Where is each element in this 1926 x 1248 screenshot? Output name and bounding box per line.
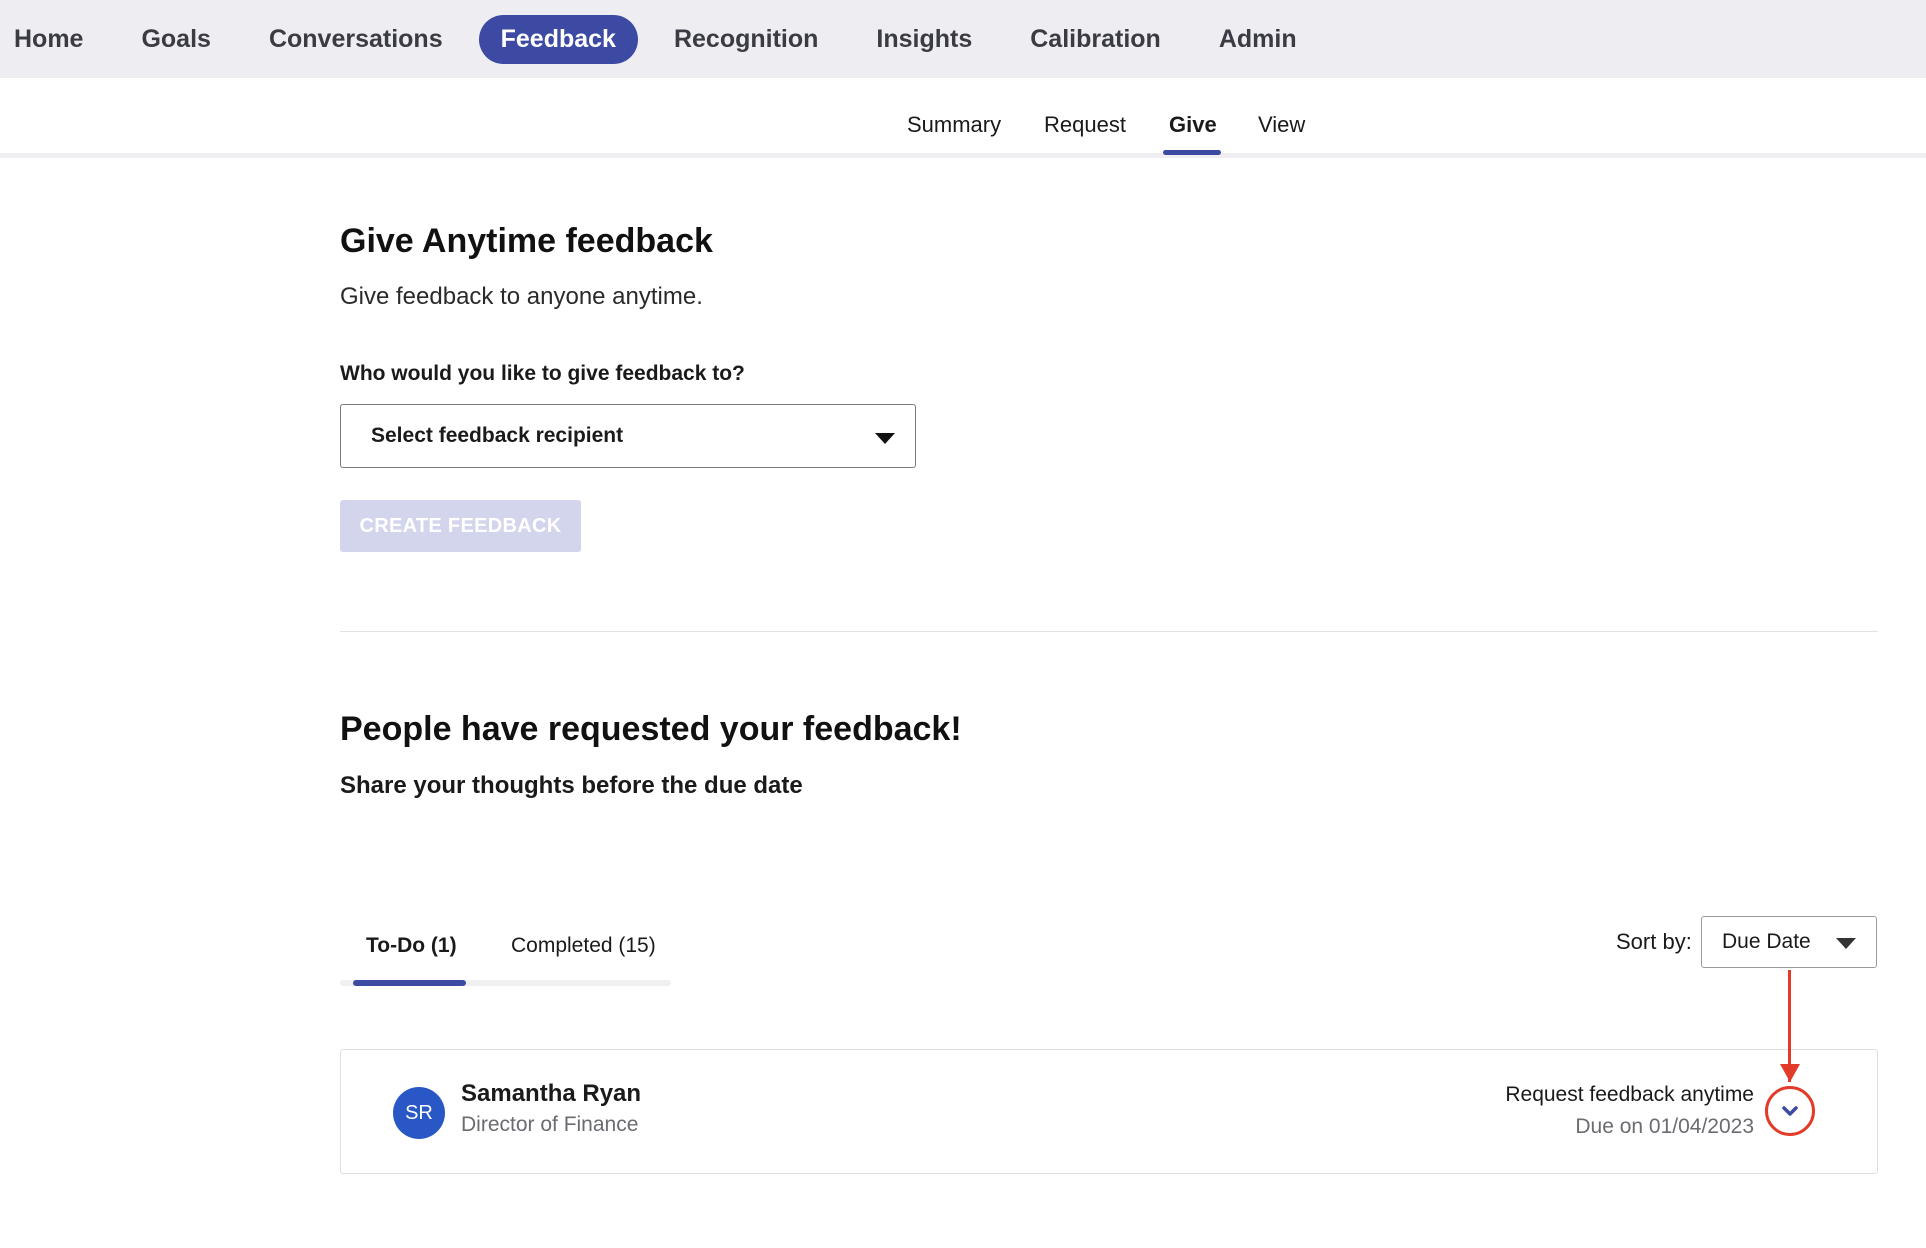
chevron-down-icon: [1782, 1106, 1798, 1116]
sort-select[interactable]: Due Date: [1701, 916, 1877, 968]
give-title: Give Anytime feedback: [340, 222, 713, 260]
sort-select-value: Due Date: [1722, 930, 1811, 953]
create-feedback-button[interactable]: CREATE FEEDBACK: [340, 500, 581, 552]
subnav-summary[interactable]: Summary: [907, 112, 1001, 138]
nav-insights[interactable]: Insights: [854, 15, 994, 64]
nav-goals[interactable]: Goals: [119, 15, 232, 64]
caret-down-icon: [1836, 938, 1856, 949]
tab-todo[interactable]: To-Do (1): [366, 934, 457, 958]
tab-completed[interactable]: Completed (15): [511, 934, 656, 958]
subnav-view[interactable]: View: [1258, 112, 1305, 138]
nav-conversations[interactable]: Conversations: [247, 15, 465, 64]
sub-nav: Summary Request Give View: [0, 78, 1926, 158]
requests-title: People have requested your feedback!: [340, 710, 962, 748]
request-type: Request feedback anytime: [1505, 1083, 1754, 1106]
subnav-request[interactable]: Request: [1044, 112, 1126, 138]
requester-title: Director of Finance: [461, 1113, 639, 1136]
nav-calibration[interactable]: Calibration: [1008, 15, 1183, 64]
recipient-select[interactable]: Select feedback recipient: [340, 404, 916, 468]
nav-home[interactable]: Home: [0, 15, 105, 64]
expand-button[interactable]: [1765, 1086, 1815, 1136]
section-divider: [340, 631, 1878, 632]
requester-name: Samantha Ryan: [461, 1080, 642, 1107]
recipient-question: Who would you like to give feedback to?: [340, 362, 745, 385]
arrow-down-icon: [1780, 1064, 1800, 1082]
caret-down-icon: [875, 433, 895, 444]
sort-label: Sort by:: [1616, 929, 1692, 954]
requests-subtitle: Share your thoughts before the due date: [340, 772, 803, 799]
nav-feedback[interactable]: Feedback: [478, 14, 638, 64]
nav-admin[interactable]: Admin: [1197, 15, 1319, 64]
subnav-give[interactable]: Give: [1169, 112, 1217, 138]
subnav-active-indicator: [1163, 150, 1221, 155]
due-date: Due on 01/04/2023: [1575, 1115, 1754, 1138]
top-nav: Home Goals Conversations Feedback Recogn…: [0, 0, 1926, 78]
avatar: SR: [393, 1087, 445, 1139]
recipient-select-value: Select feedback recipient: [371, 424, 624, 447]
feedback-request-card: SR Samantha Ryan Director of Finance Req…: [340, 1049, 1878, 1174]
give-subtitle: Give feedback to anyone anytime.: [340, 283, 703, 310]
nav-recognition[interactable]: Recognition: [652, 15, 840, 64]
tab-active-indicator: [353, 980, 466, 986]
